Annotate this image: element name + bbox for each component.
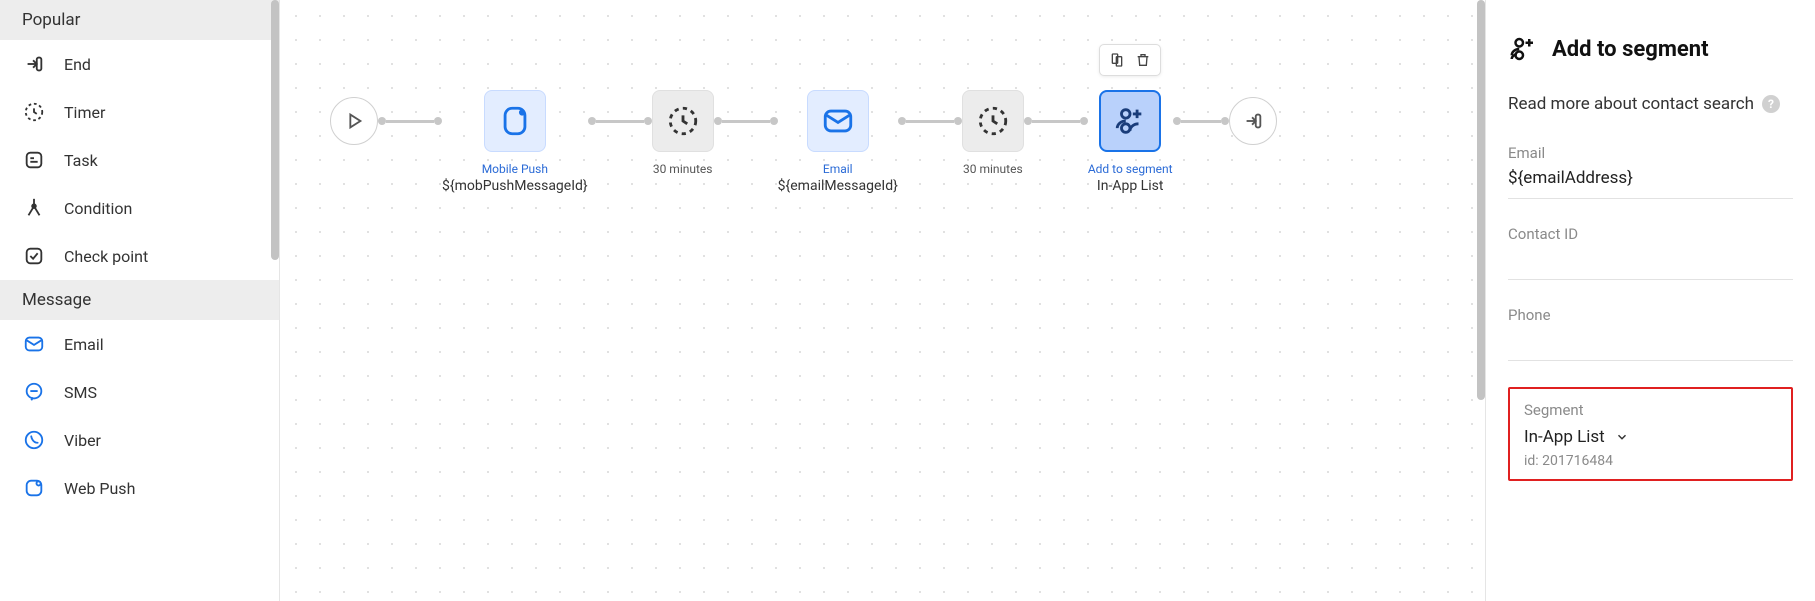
sidebar-scrollbar[interactable] [271, 0, 279, 601]
field-email[interactable]: Email ${emailAddress} [1508, 144, 1793, 199]
node-start[interactable] [330, 90, 378, 145]
field-value [1508, 249, 1793, 271]
viber-icon [22, 428, 46, 452]
canvas-scrollbar[interactable] [1477, 0, 1485, 601]
node-copy-button[interactable] [1107, 50, 1127, 70]
connector [378, 90, 442, 152]
segment-dropdown[interactable]: In-App List [1524, 427, 1777, 447]
sidebar-section-popular-header: Popular [0, 0, 279, 40]
connector [714, 90, 778, 152]
node-timer-1[interactable]: 30 minutes [652, 90, 714, 176]
node-email[interactable]: Email ${emailMessageId} [778, 90, 898, 194]
sidebar-item-label: Task [64, 151, 98, 170]
field-label: Phone [1508, 306, 1793, 324]
sidebar-item-condition[interactable]: Condition [0, 184, 279, 232]
segment-highlight-box: Segment In-App List id: 201716484 [1508, 387, 1793, 481]
node-bottom-label: ${emailMessageId} [778, 178, 898, 194]
connector [1024, 90, 1088, 152]
panel-title-text: Add to segment [1552, 37, 1709, 62]
timer-icon [22, 100, 46, 124]
connector [898, 90, 962, 152]
sidebar-item-webpush[interactable]: Web Push [0, 464, 279, 512]
field-label: Email [1508, 144, 1793, 162]
node-top-label: Mobile Push [482, 162, 548, 176]
node-bottom-label: In-App List [1097, 178, 1164, 194]
sidebar-item-sms[interactable]: SMS [0, 368, 279, 416]
node-timer-2[interactable]: 30 minutes [962, 90, 1024, 176]
field-phone[interactable]: Phone [1508, 306, 1793, 361]
sidebar-item-task[interactable]: Task [0, 136, 279, 184]
segment-label: Segment [1524, 401, 1777, 419]
sidebar-item-viber[interactable]: Viber [0, 416, 279, 464]
end-icon [22, 52, 46, 76]
node-end[interactable] [1229, 90, 1277, 145]
sms-icon [22, 380, 46, 404]
sidebar-left: Popular End Timer Task Condition Check p… [0, 0, 280, 601]
node-toolbar [1099, 44, 1161, 76]
mobile-push-icon [498, 104, 532, 138]
panel-title: Add to segment [1508, 34, 1793, 64]
field-contact-id[interactable]: Contact ID [1508, 225, 1793, 280]
node-top-label: Add to segment [1088, 162, 1173, 176]
read-more-link[interactable]: Read more about contact search ? [1508, 94, 1793, 114]
sidebar-item-label: Timer [64, 103, 105, 122]
sidebar-item-email[interactable]: Email [0, 320, 279, 368]
add-to-segment-icon [1508, 34, 1538, 64]
sidebar-item-label: Viber [64, 431, 101, 450]
field-value [1508, 330, 1793, 352]
node-mobile-push[interactable]: Mobile Push ${mobPushMessageId} [442, 90, 588, 194]
end-icon [1242, 110, 1264, 132]
sidebar-item-label: Condition [64, 199, 132, 218]
workflow-canvas[interactable]: Mobile Push ${mobPushMessageId} 30 minut… [280, 0, 1485, 601]
details-panel: Add to segment Read more about contact s… [1485, 0, 1815, 601]
node-top-label: Email [823, 162, 853, 176]
sidebar-item-label: SMS [64, 383, 97, 402]
field-value: ${emailAddress} [1508, 168, 1793, 190]
sidebar-item-timer[interactable]: Timer [0, 88, 279, 136]
chevron-down-icon [1615, 430, 1629, 444]
help-icon[interactable]: ? [1762, 95, 1780, 113]
sidebar-section-message-header: Message [0, 280, 279, 320]
timer-icon [976, 104, 1010, 138]
node-bottom-label: ${mobPushMessageId} [442, 178, 588, 194]
condition-icon [22, 196, 46, 220]
sidebar-item-label: End [64, 55, 91, 74]
connector [588, 90, 652, 152]
workflow-row: Mobile Push ${mobPushMessageId} 30 minut… [330, 90, 1277, 194]
email-icon [821, 104, 855, 138]
field-label: Contact ID [1508, 225, 1793, 243]
segment-id: id: 201716484 [1524, 453, 1777, 469]
email-icon [22, 332, 46, 356]
sidebar-item-label: Web Push [64, 479, 135, 498]
node-add-to-segment[interactable]: Add to segment In-App List [1088, 90, 1173, 194]
webpush-icon [22, 476, 46, 500]
sidebar-item-label: Email [64, 335, 104, 354]
node-top-label: 30 minutes [963, 162, 1023, 176]
play-icon [343, 110, 365, 132]
read-more-text: Read more about contact search [1508, 94, 1754, 114]
sidebar-item-checkpoint[interactable]: Check point [0, 232, 279, 280]
segment-selected-value: In-App List [1524, 427, 1605, 447]
task-icon [22, 148, 46, 172]
timer-icon [666, 104, 700, 138]
node-delete-button[interactable] [1133, 50, 1153, 70]
checkpoint-icon [22, 244, 46, 268]
connector [1173, 90, 1229, 152]
node-top-label: 30 minutes [653, 162, 713, 176]
sidebar-item-end[interactable]: End [0, 40, 279, 88]
sidebar-item-label: Check point [64, 247, 148, 266]
add-to-segment-icon [1113, 104, 1147, 138]
